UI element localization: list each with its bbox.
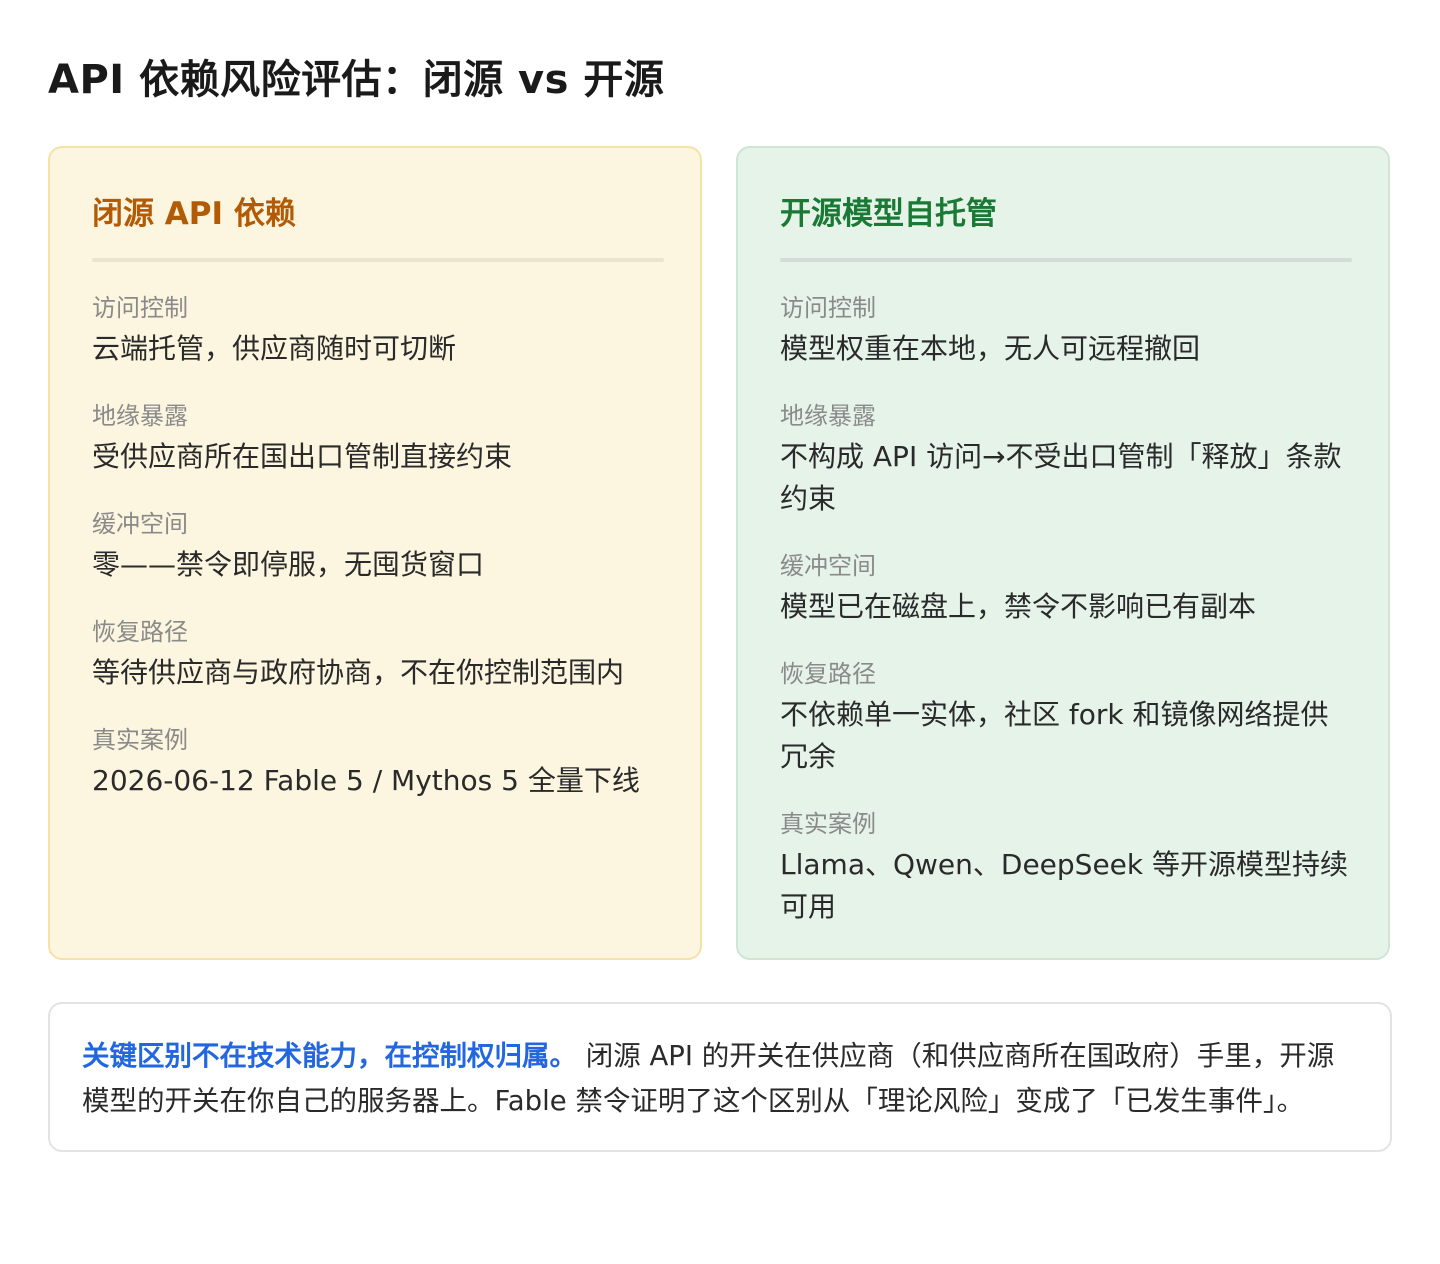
attribute-label: 地缘暴露: [780, 402, 876, 430]
attribute-label: 恢复路径: [780, 660, 876, 688]
closed-source-attribute-list: 访问控制 云端托管，供应商随时可切断 地缘暴露 受供应商所在国出口管制直接约束 …: [92, 292, 660, 802]
attribute-row-geopolitical-exposure: 地缘暴露 受供应商所在国出口管制直接约束: [92, 400, 660, 478]
key-takeaway-note: 关键区别不在技术能力，在控制权归属。 闭源 API 的开关在供应商（和供应商所在…: [48, 1002, 1392, 1152]
attribute-value: 模型已在磁盘上，禁令不影响已有副本: [780, 590, 1257, 623]
attribute-label: 缓冲空间: [92, 510, 188, 538]
open-source-card-title: 开源模型自托管: [780, 196, 997, 232]
closed-source-card-title: 闭源 API 依赖: [92, 196, 296, 232]
attribute-value: Llama、Qwen、DeepSeek 等开源模型持续可用: [780, 848, 1349, 923]
open-source-attribute-list: 访问控制 模型权重在本地，无人可远程撤回 地缘暴露 不构成 API 访问→不受出…: [780, 292, 1348, 928]
attribute-row-real-case: 真实案例 2026-06-12 Fable 5 / Mythos 5 全量下线: [92, 724, 660, 802]
card-divider: [92, 258, 664, 262]
attribute-row-recovery-path: 恢复路径 等待供应商与政府协商，不在你控制范围内: [92, 616, 660, 694]
attribute-label: 真实案例: [92, 726, 188, 754]
attribute-label: 访问控制: [92, 294, 188, 322]
attribute-value: 等待供应商与政府协商，不在你控制范围内: [92, 656, 625, 689]
attribute-label: 访问控制: [780, 294, 876, 322]
page-title: API 依赖风险评估：闭源 vs 开源: [48, 57, 665, 103]
note-emphasis: 关键区别不在技术能力，在控制权归属。: [82, 1040, 577, 1072]
open-source-card: 开源模型自托管 访问控制 模型权重在本地，无人可远程撤回 地缘暴露 不构成 AP…: [736, 146, 1390, 960]
attribute-label: 地缘暴露: [92, 402, 188, 430]
attribute-label: 恢复路径: [92, 618, 188, 646]
attribute-row-buffer-space: 缓冲空间 零——禁令即停服，无囤货窗口: [92, 508, 660, 586]
attribute-row-access-control: 访问控制 模型权重在本地，无人可远程撤回: [780, 292, 1348, 370]
attribute-label: 真实案例: [780, 810, 876, 838]
attribute-row-real-case: 真实案例 Llama、Qwen、DeepSeek 等开源模型持续可用: [780, 808, 1348, 928]
attribute-row-recovery-path: 恢复路径 不依赖单一实体，社区 fork 和镜像网络提供冗余: [780, 658, 1348, 778]
attribute-value: 受供应商所在国出口管制直接约束: [92, 440, 513, 473]
attribute-row-access-control: 访问控制 云端托管，供应商随时可切断: [92, 292, 660, 370]
attribute-label: 缓冲空间: [780, 552, 876, 580]
attribute-value: 云端托管，供应商随时可切断: [92, 332, 457, 365]
attribute-row-buffer-space: 缓冲空间 模型已在磁盘上，禁令不影响已有副本: [780, 550, 1348, 628]
attribute-value: 不依赖单一实体，社区 fork 和镜像网络提供冗余: [780, 698, 1329, 773]
attribute-value: 零——禁令即停服，无囤货窗口: [92, 548, 485, 581]
attribute-value: 2026-06-12 Fable 5 / Mythos 5 全量下线: [92, 764, 640, 797]
closed-source-card: 闭源 API 依赖 访问控制 云端托管，供应商随时可切断 地缘暴露 受供应商所在…: [48, 146, 702, 960]
attribute-value: 不构成 API 访问→不受出口管制「释放」条款约束: [780, 440, 1342, 515]
attribute-value: 模型权重在本地，无人可远程撤回: [780, 332, 1201, 365]
card-divider: [780, 258, 1352, 262]
attribute-row-geopolitical-exposure: 地缘暴露 不构成 API 访问→不受出口管制「释放」条款约束: [780, 400, 1348, 520]
